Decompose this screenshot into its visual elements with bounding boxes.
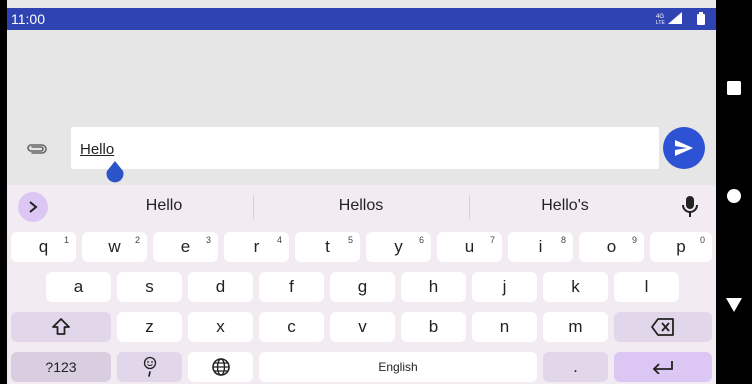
key-j[interactable]: j [472, 272, 537, 302]
status-time: 11:00 [11, 11, 45, 27]
key-d[interactable]: d [188, 272, 253, 302]
send-icon [675, 140, 693, 156]
key-g[interactable]: g [330, 272, 395, 302]
navigation-bar [716, 0, 752, 384]
key-a[interactable]: a [46, 272, 111, 302]
suggestion-3[interactable]: Hello's [465, 197, 665, 215]
key-b[interactable]: b [401, 312, 466, 342]
language-key[interactable] [188, 352, 253, 382]
key-y[interactable]: y6 [366, 232, 431, 262]
message-text: Hello [80, 141, 115, 158]
key-v[interactable]: v [330, 312, 395, 342]
status-bar: 11:00 4G LTE [7, 8, 716, 30]
send-button[interactable] [663, 127, 705, 169]
key-u[interactable]: u7 [437, 232, 502, 262]
globe-icon [211, 358, 230, 376]
shift-key[interactable] [11, 312, 111, 342]
key-m[interactable]: m [543, 312, 608, 342]
paperclip-icon[interactable] [25, 138, 49, 162]
suggestion-1[interactable]: Hello [64, 197, 264, 215]
key-q[interactable]: q1 [11, 232, 76, 262]
period-key[interactable]: . [543, 352, 608, 382]
cursor-handle[interactable] [105, 161, 125, 183]
key-o[interactable]: o9 [579, 232, 644, 262]
key-h[interactable]: h [401, 272, 466, 302]
emoji-icon [143, 356, 156, 377]
battery-icon [697, 12, 705, 25]
expand-toolbar-button[interactable] [18, 192, 48, 222]
key-i[interactable]: i8 [508, 232, 573, 262]
back-icon[interactable] [725, 295, 743, 313]
message-input[interactable]: Hello [71, 127, 659, 169]
signal-icon: 4G LTE [656, 12, 682, 25]
emoji-key[interactable] [117, 352, 182, 382]
key-e[interactable]: e3 [153, 232, 218, 262]
key-x[interactable]: x [188, 312, 253, 342]
key-w[interactable]: w2 [82, 232, 147, 262]
key-z[interactable]: z [117, 312, 182, 342]
key-f[interactable]: f [259, 272, 324, 302]
key-p[interactable]: p0 [650, 232, 712, 262]
enter-key[interactable] [614, 352, 712, 382]
key-n[interactable]: n [472, 312, 537, 342]
key-k[interactable]: k [543, 272, 608, 302]
suggestion-2[interactable]: Hellos [261, 197, 461, 215]
key-c[interactable]: c [259, 312, 324, 342]
key-s[interactable]: s [117, 272, 182, 302]
chevron-right-icon [29, 201, 38, 213]
backspace-icon [651, 318, 674, 336]
microphone-icon[interactable] [679, 195, 701, 219]
suggestion-bar: Hello Hellos Hello's [7, 185, 716, 228]
enter-icon [652, 361, 673, 374]
space-key[interactable]: English [259, 352, 537, 382]
symbols-key[interactable]: ?123 [11, 352, 111, 382]
phone-screen: 11:00 4G LTE Hello Hello Hellos Hello's … [7, 0, 716, 384]
home-icon[interactable] [725, 187, 743, 205]
recents-icon[interactable] [725, 79, 743, 97]
soft-keyboard: Hello Hellos Hello's q1 w2 e3 r4 t5 y6 u… [7, 185, 716, 384]
divider [253, 195, 254, 219]
backspace-key[interactable] [614, 312, 712, 342]
shift-icon [52, 318, 70, 335]
key-l[interactable]: l [614, 272, 679, 302]
svg-text:LTE: LTE [656, 20, 665, 25]
key-t[interactable]: t5 [295, 232, 360, 262]
key-r[interactable]: r4 [224, 232, 289, 262]
